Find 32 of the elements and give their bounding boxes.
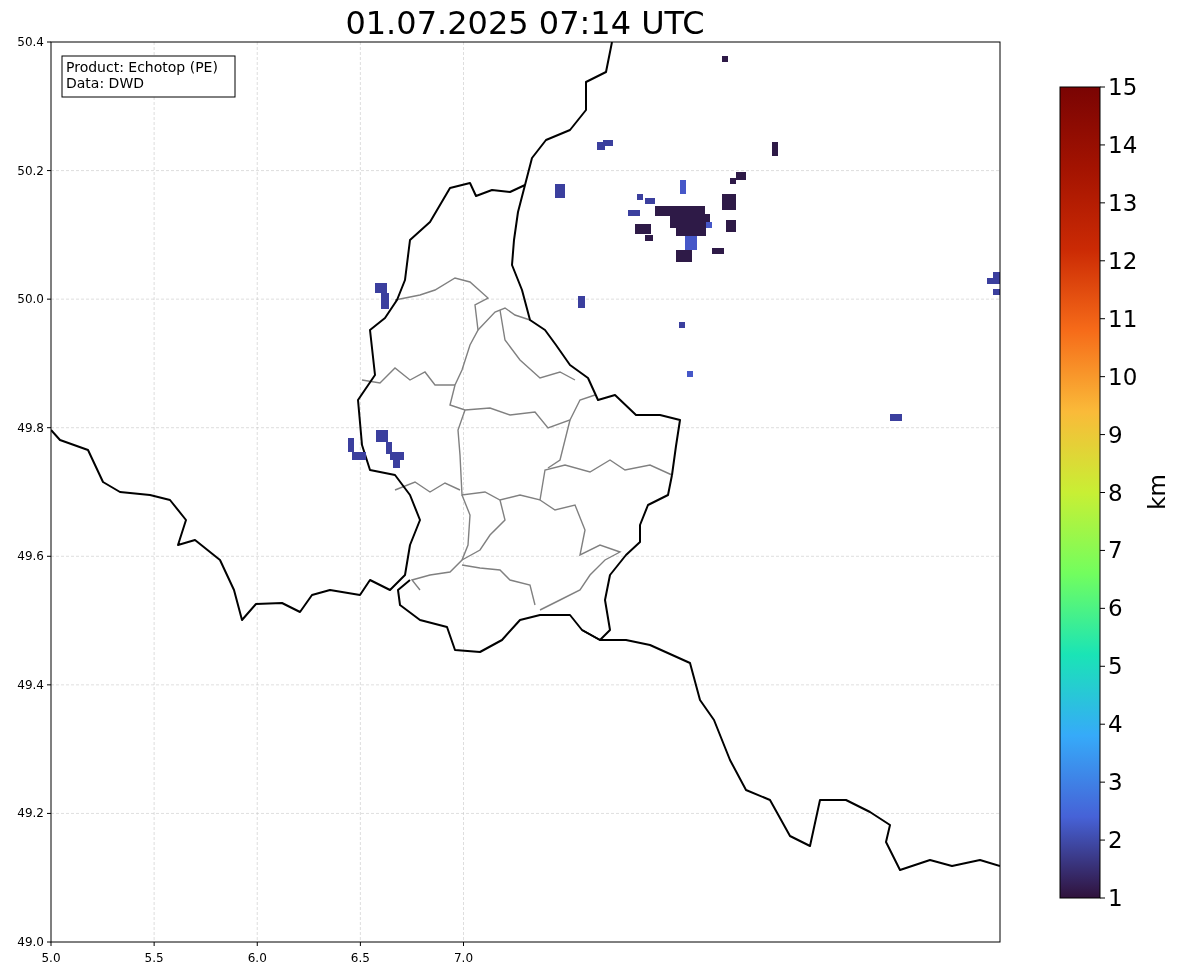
colorbar-tick-label: 15 [1108, 74, 1138, 100]
y-tick-label: 50.4 [17, 35, 44, 49]
colorbar-tick-label: 6 [1108, 595, 1123, 622]
x-tick-label: 5.0 [41, 951, 61, 965]
colorbar-tick-label: 8 [1108, 479, 1123, 506]
y-tick-label: 49.8 [17, 420, 44, 435]
y-tick-label: 50.2 [17, 163, 44, 178]
y-tick-label: 50.0 [17, 292, 44, 307]
colorbar-tick-label: 10 [1108, 363, 1138, 390]
colorbar-tick-label: 13 [1108, 189, 1138, 216]
legend-text: Data: DWD [66, 75, 144, 91]
x-tick-label: 7.0 [453, 951, 474, 965]
colorbar-tick-label: 14 [1108, 131, 1138, 158]
colorbar-tick-label: 2 [1108, 827, 1123, 854]
y-tick-label: 49.6 [17, 549, 44, 564]
legend-text: Product: Echotop (PE) [66, 59, 218, 75]
y-tick-label: 49.0 [17, 935, 44, 949]
y-tick-label: 49.4 [17, 677, 44, 692]
colorbar-tick-label: 4 [1108, 711, 1123, 738]
colorbar-tick-label: 12 [1108, 247, 1138, 274]
colorbar-tick-label: 1 [1108, 885, 1123, 911]
chart-title: 01.07.2025 07:14 UTC [345, 4, 705, 42]
x-tick-label: 5.5 [144, 951, 164, 965]
colorbar-tick-label: 7 [1108, 537, 1123, 564]
x-tick-label: 6.0 [247, 951, 267, 965]
y-tick-label: 49.2 [17, 806, 44, 821]
colorbar-label: km [1144, 474, 1170, 510]
x-tick-label: 6.5 [350, 951, 370, 965]
colorbar-tick-label: 9 [1108, 421, 1123, 448]
colorbar-tick-label: 3 [1108, 769, 1123, 796]
colorbar-tick-label: 5 [1108, 653, 1123, 680]
colorbar-tick-label: 11 [1108, 305, 1138, 332]
